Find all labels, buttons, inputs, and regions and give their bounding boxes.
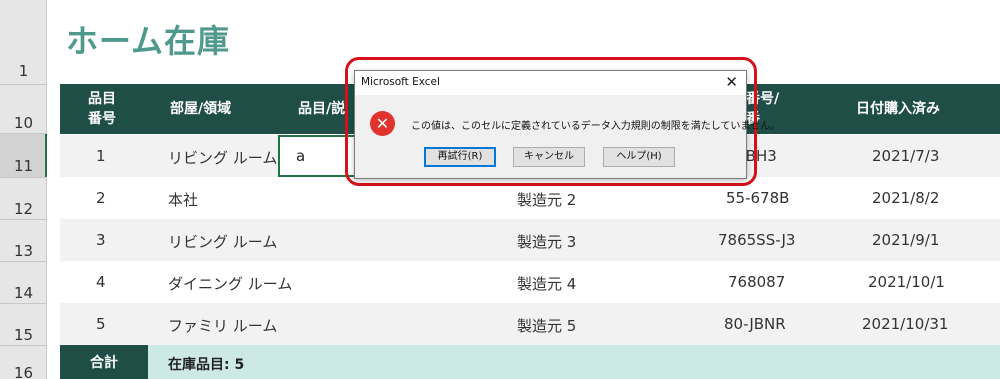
cell-item-no[interactable]: 1 [96, 147, 106, 165]
row-number-15[interactable]: 15 [0, 326, 47, 344]
total-row: 合計 在庫品目: 5 [60, 345, 1000, 379]
table-row: 3 リビング ルーム 製造元 3 7865SS-J3 2021/9/1 [60, 219, 1000, 261]
cell-maker[interactable]: 製造元 3 [517, 231, 576, 252]
cell-room[interactable]: ダイニング ルーム [168, 273, 292, 294]
cell-item-no[interactable]: 4 [96, 273, 106, 291]
cell-date[interactable]: 2021/8/2 [872, 189, 939, 207]
cell-maker[interactable]: 製造元 4 [517, 273, 576, 294]
sheet-title[interactable]: ホーム在庫 [66, 16, 230, 62]
close-icon[interactable]: ✕ [725, 73, 738, 91]
row-number-10[interactable]: 10 [0, 114, 47, 132]
cell-room[interactable]: リビング ルーム [168, 147, 277, 168]
row-divider [0, 219, 47, 220]
total-value[interactable]: 在庫品目: 5 [168, 354, 244, 374]
cell-room[interactable]: リビング ルーム [168, 231, 277, 252]
help-button[interactable]: ヘルプ(H) [603, 147, 675, 167]
cell-serial[interactable]: 768087 [728, 273, 785, 291]
error-dialog: Microsoft Excel ✕ ✕ この値は、このセルに定義されているデータ… [354, 70, 780, 179]
error-icon: ✕ [370, 111, 395, 136]
table-row: 5 ファミリ ルーム 製造元 5 80-JBNR 2021/10/31 [60, 303, 1000, 345]
cell-serial[interactable]: 55-678B [726, 189, 789, 207]
row-divider [0, 177, 47, 178]
row-number-11[interactable]: 11 [0, 157, 47, 175]
header-item-no-line2[interactable]: 番号 [88, 110, 116, 128]
header-date[interactable]: 日付購入済み [856, 100, 940, 118]
active-cell-value: a [296, 147, 306, 165]
cell-room[interactable]: ファミリ ルーム [168, 315, 277, 336]
row-number-16[interactable]: 16 [0, 364, 47, 379]
dialog-message: この値は、このセルに定義されているデータ入力規則の制限を満たしていません。 [411, 121, 781, 132]
cell-item-no[interactable]: 3 [96, 231, 106, 249]
cell-room[interactable]: 本社 [168, 189, 198, 210]
total-label[interactable]: 合計 [60, 345, 148, 379]
dialog-title: Microsoft Excel [361, 76, 440, 88]
cell-item-no[interactable]: 5 [96, 315, 106, 333]
header-room[interactable]: 部屋/領域 [170, 100, 231, 118]
cell-maker[interactable]: 製造元 2 [517, 189, 576, 210]
row-divider [0, 303, 47, 304]
row-number-13[interactable]: 13 [0, 242, 47, 260]
table-row: 4 ダイニング ルーム 製造元 4 768087 2021/10/1 [60, 261, 1000, 303]
row-divider [0, 84, 47, 85]
cancel-button[interactable]: キャンセル [513, 147, 585, 167]
cell-date[interactable]: 2021/10/1 [868, 273, 945, 291]
row-number-1[interactable]: 1 [0, 62, 47, 80]
cell-date[interactable]: 2021/7/3 [872, 147, 939, 165]
cell-maker[interactable]: 製造元 5 [517, 315, 576, 336]
header-item-no[interactable]: 品目 [88, 90, 116, 108]
row-header-column [0, 0, 47, 379]
row-number-12[interactable]: 12 [0, 200, 47, 218]
cell-date[interactable]: 2021/9/1 [872, 231, 939, 249]
cell-serial[interactable]: 80-JBNR [724, 315, 786, 333]
dialog-titlebar[interactable]: Microsoft Excel ✕ [355, 71, 746, 95]
cell-date[interactable]: 2021/10/31 [862, 315, 948, 333]
cell-serial[interactable]: 7865SS-J3 [718, 231, 795, 249]
header-item-desc[interactable]: 品目/説 [298, 100, 345, 118]
row-divider [0, 345, 47, 346]
row-divider [0, 261, 47, 262]
row-number-14[interactable]: 14 [0, 284, 47, 302]
row-divider [0, 133, 47, 134]
cell-item-no[interactable]: 2 [96, 189, 106, 207]
retry-button[interactable]: 再試行(R) [424, 147, 496, 167]
